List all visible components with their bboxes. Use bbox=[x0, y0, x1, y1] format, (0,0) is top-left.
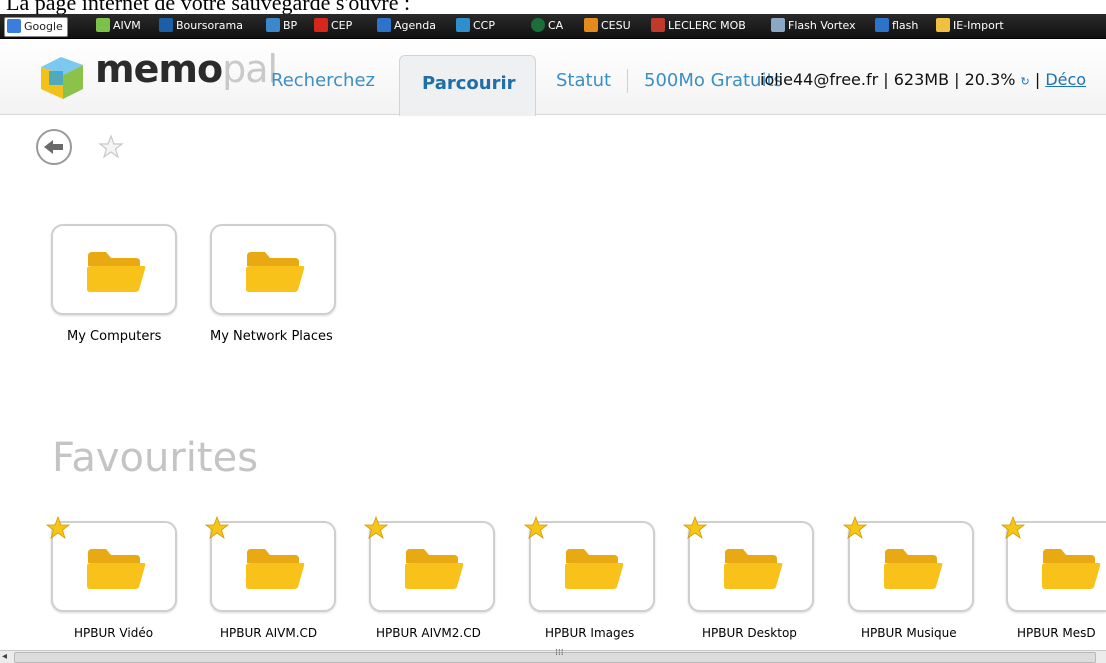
folder-icon bbox=[936, 18, 950, 32]
favourite-star-icon[interactable] bbox=[1000, 515, 1026, 541]
scroll-left-arrow-icon[interactable]: ◂ bbox=[2, 651, 7, 662]
favourite-label: HPBUR Musique bbox=[861, 626, 957, 640]
folder-label: My Network Places bbox=[210, 329, 333, 344]
ca-icon bbox=[531, 18, 545, 32]
favourite-star-icon[interactable] bbox=[363, 515, 389, 541]
bookmark-bp[interactable]: BP bbox=[266, 17, 297, 35]
arrow-left-icon bbox=[44, 140, 63, 154]
bookmark-cep[interactable]: CEP bbox=[314, 17, 352, 35]
refresh-icon[interactable]: ↻ bbox=[1021, 75, 1030, 88]
cep-icon bbox=[314, 18, 328, 32]
aivm-icon bbox=[96, 18, 110, 32]
tab-separator bbox=[627, 69, 628, 93]
leclerc-icon bbox=[651, 18, 665, 32]
flash-vortex-icon bbox=[771, 18, 785, 32]
folder-label: My Computers bbox=[67, 329, 162, 344]
folder-icon bbox=[405, 549, 464, 589]
folder-icon bbox=[724, 549, 783, 589]
folder-icon bbox=[884, 549, 943, 589]
tab-search[interactable]: Recherchez bbox=[271, 70, 375, 91]
account-info: iolie44@free.fr | 623MB | 20.3% ↻ | Déco bbox=[760, 70, 1087, 89]
favourite-label: HPBUR Vidéo bbox=[74, 626, 154, 640]
favourite-label: HPBUR MesD bbox=[1017, 626, 1096, 640]
google-icon bbox=[7, 19, 21, 33]
favourite-star-icon[interactable] bbox=[682, 515, 708, 541]
folder-my-computers[interactable] bbox=[51, 224, 177, 315]
favourite-star-icon[interactable] bbox=[842, 515, 868, 541]
bookmark-agenda[interactable]: Agenda bbox=[377, 17, 436, 35]
folder-icon bbox=[246, 252, 305, 292]
add-favourite-star-icon[interactable] bbox=[98, 134, 124, 160]
bookmark-cesu[interactable]: CESU bbox=[584, 17, 631, 35]
bookmark-flash[interactable]: flash bbox=[875, 17, 918, 35]
folder-icon bbox=[1042, 549, 1101, 589]
folder-icon bbox=[246, 549, 305, 589]
flash-icon bbox=[875, 18, 889, 32]
cesu-icon bbox=[584, 18, 598, 32]
favourite-star-icon[interactable] bbox=[523, 515, 549, 541]
favourites-heading: Favourites bbox=[52, 435, 259, 481]
folder-icon bbox=[87, 549, 146, 589]
scrollbar-grip-icon: ⁞⁞⁞ bbox=[555, 648, 564, 658]
page-caption: La page internet de votre sauvegarde s'o… bbox=[6, 0, 411, 15]
ccp-icon bbox=[456, 18, 470, 32]
tab-browse-label: Parcourir bbox=[422, 73, 516, 94]
back-button[interactable] bbox=[36, 129, 72, 165]
favourite-label: HPBUR Desktop bbox=[702, 626, 797, 640]
folder-my-network-places[interactable] bbox=[210, 224, 336, 315]
calendar-icon bbox=[377, 18, 391, 32]
horizontal-scrollbar[interactable]: ◂ ⁞⁞⁞ bbox=[0, 648, 1106, 663]
tab-status[interactable]: Statut bbox=[556, 70, 611, 91]
bookmark-ccp[interactable]: CCP bbox=[456, 17, 495, 35]
bookmark-ie-import[interactable]: IE-Import bbox=[936, 17, 1004, 35]
tab-browse[interactable]: Parcourir bbox=[399, 55, 536, 116]
favourite-star-icon[interactable] bbox=[204, 515, 230, 541]
bp-icon bbox=[266, 18, 280, 32]
bookmark-leclerc-mob[interactable]: LECLERC MOB bbox=[651, 17, 746, 35]
favourite-star-icon[interactable] bbox=[45, 515, 71, 541]
favourite-label: HPBUR AIVM.CD bbox=[220, 626, 318, 640]
bookmark-aivm[interactable]: AIVM bbox=[96, 17, 141, 35]
folder-icon bbox=[565, 549, 624, 589]
favourite-label: HPBUR Images bbox=[545, 626, 635, 640]
bookmark-boursorama[interactable]: Boursorama bbox=[159, 17, 243, 35]
bookmark-google[interactable]: Google bbox=[4, 17, 68, 37]
boursorama-icon bbox=[159, 18, 173, 32]
bookmarks-bar: Google AIVM Boursorama BP CEP Agenda CCP… bbox=[0, 14, 1106, 39]
logout-link[interactable]: Déco bbox=[1045, 70, 1086, 89]
bookmark-flash-vortex[interactable]: Flash Vortex bbox=[771, 17, 856, 35]
memopal-logo-icon[interactable] bbox=[37, 53, 87, 101]
memopal-logo-text[interactable]: memopal bbox=[95, 47, 278, 91]
favourite-label: HPBUR AIVM2.CD bbox=[376, 626, 481, 640]
bookmark-ca[interactable]: CA bbox=[531, 17, 563, 35]
folder-icon bbox=[87, 252, 146, 292]
site-header: memopal Recherchez Parcourir Statut 500M… bbox=[0, 39, 1106, 116]
user-usage-text: iolie44@free.fr | 623MB | 20.3% bbox=[760, 70, 1016, 89]
